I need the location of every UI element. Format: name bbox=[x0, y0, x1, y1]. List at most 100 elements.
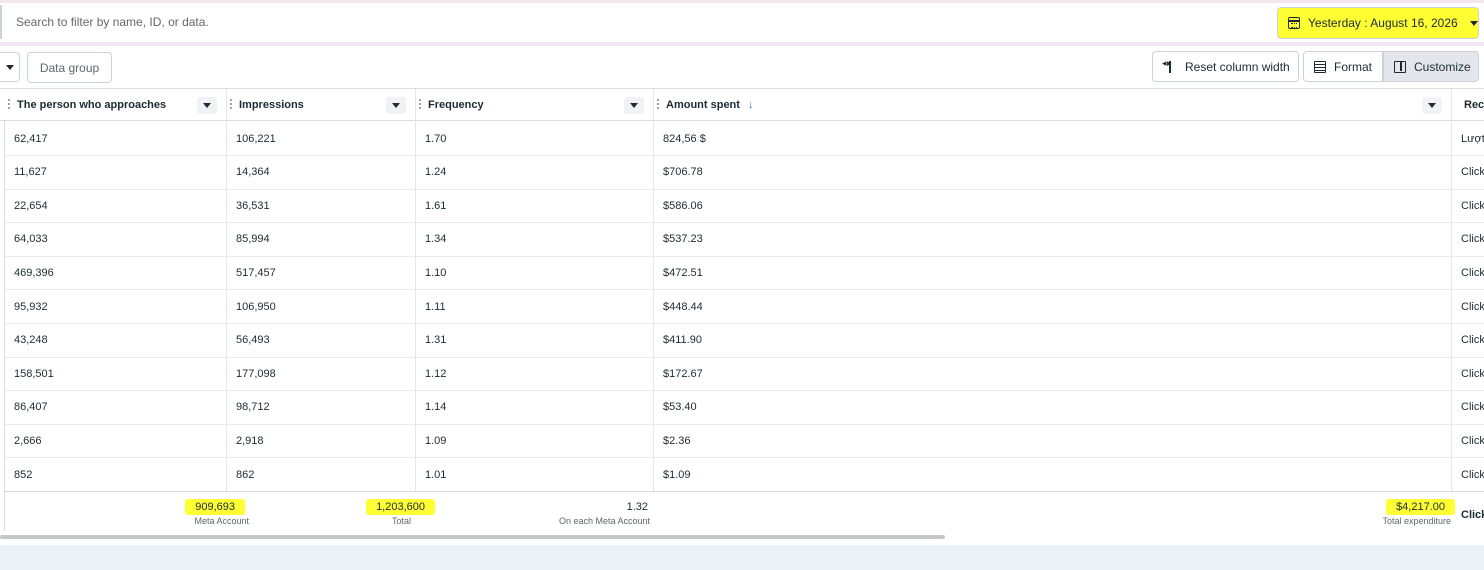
column-header-label: The person who approaches bbox=[17, 99, 167, 111]
cell-amount: $537.23 bbox=[663, 233, 703, 246]
column-menu-button[interactable] bbox=[624, 97, 644, 114]
cell-result: Click bbox=[1461, 367, 1484, 380]
drag-handle-icon[interactable] bbox=[8, 99, 10, 111]
cell-amount: $1.09 bbox=[663, 468, 691, 481]
chevron-down-icon bbox=[392, 103, 400, 108]
total-impressions: 1,203,600 Total bbox=[295, 497, 435, 526]
chevron-down-icon bbox=[1428, 103, 1436, 108]
table-row[interactable]: 86,407 98,712 1.14 $53.40 Click bbox=[5, 391, 1484, 425]
column-header-label: Rec bbox=[1464, 99, 1484, 111]
table-row[interactable]: 22,654 36,531 1.61 $586.06 Click bbox=[5, 189, 1484, 224]
calendar-icon bbox=[1288, 17, 1300, 29]
column-header-label: Amount spent bbox=[666, 99, 740, 111]
date-range-label: Yesterday : August 16, 2026 bbox=[1308, 16, 1458, 30]
chevron-down-icon bbox=[5, 64, 14, 70]
cell-reach: 62,417 bbox=[14, 132, 48, 145]
table-toolbar: Data group Reset column width Format Cus… bbox=[0, 46, 1484, 88]
page-bottom-band bbox=[0, 545, 1484, 570]
table-row[interactable]: 43,248 56,493 1.31 $411.90 Click bbox=[5, 324, 1484, 358]
sort-descending-icon[interactable]: ↓ bbox=[748, 99, 754, 111]
table-summary-row: 909,693 Meta Account 1,203,600 Total 1.3… bbox=[5, 491, 1484, 531]
cell-reach: 64,033 bbox=[14, 233, 48, 246]
table-row[interactable]: 469,396 517,457 1.10 $472.51 Click bbox=[5, 256, 1484, 291]
cell-reach: 95,932 bbox=[14, 300, 48, 313]
cell-frequency: 1.01 bbox=[425, 468, 447, 481]
cell-result: Click bbox=[1461, 199, 1484, 212]
total-label: Total bbox=[391, 516, 411, 526]
cell-amount: $2.36 bbox=[663, 434, 691, 447]
cell-reach: 86,407 bbox=[14, 401, 48, 414]
table-row[interactable]: 852 862 1.01 $1.09 Click bbox=[5, 458, 1484, 492]
data-table: The person who approaches Impressions Fr… bbox=[0, 88, 1484, 533]
table-row[interactable]: 2,666 2,918 1.09 $2.36 Click bbox=[5, 424, 1484, 459]
cell-amount: $472.51 bbox=[663, 266, 703, 279]
data-group-button[interactable]: Data group bbox=[27, 52, 112, 83]
table-row[interactable]: 64,033 85,994 1.34 $537.23 Click bbox=[5, 223, 1484, 257]
cell-result: Click bbox=[1461, 468, 1484, 481]
total-value: 909,693 bbox=[185, 499, 245, 515]
cell-frequency: 1.12 bbox=[425, 367, 447, 380]
cell-frequency: 1.31 bbox=[425, 334, 447, 347]
cell-reach: 11,627 bbox=[14, 166, 47, 179]
chevron-down-icon bbox=[203, 103, 211, 108]
column-header-reach[interactable]: The person who approaches bbox=[8, 89, 217, 121]
cell-reach: 22,654 bbox=[14, 199, 48, 212]
scrollbar-thumb[interactable] bbox=[0, 535, 945, 539]
total-label: Total expenditure bbox=[1382, 516, 1451, 526]
cell-impressions: 2,918 bbox=[236, 434, 264, 447]
cell-result: Click bbox=[1461, 434, 1484, 447]
cell-reach: 43,248 bbox=[14, 334, 48, 347]
cell-amount: $586.06 bbox=[663, 199, 703, 212]
table-format-icon bbox=[1314, 60, 1326, 73]
search-box bbox=[0, 5, 1270, 39]
customize-button[interactable]: Customize bbox=[1383, 51, 1479, 82]
cell-frequency: 1.10 bbox=[425, 266, 447, 279]
reset-column-width-button[interactable]: Reset column width bbox=[1152, 51, 1299, 82]
columns-icon bbox=[1394, 60, 1406, 73]
column-header-result[interactable]: Rec bbox=[1464, 89, 1484, 121]
cell-impressions: 862 bbox=[236, 468, 255, 481]
total-result: Click bbox=[1461, 505, 1484, 523]
column-menu-button[interactable] bbox=[1422, 97, 1442, 114]
cell-amount: $706.78 bbox=[663, 166, 703, 179]
cell-result: Click bbox=[1461, 266, 1484, 279]
date-range-picker[interactable]: Yesterday : August 16, 2026 bbox=[1277, 7, 1479, 39]
cell-result: Click bbox=[1461, 401, 1484, 414]
table-row[interactable]: 95,932 106,950 1.11 $448.44 Click bbox=[5, 290, 1484, 324]
total-amount-spent: $4,217.00 Total expenditure bbox=[1305, 497, 1455, 526]
table-row[interactable]: 158,501 177,098 1.12 $172.67 Click bbox=[5, 357, 1484, 392]
cell-impressions: 106,950 bbox=[236, 300, 276, 313]
table-row[interactable]: 62,417 106,221 1.70 824,56 $ Lượt bbox=[5, 122, 1484, 156]
column-header-frequency[interactable]: Frequency bbox=[419, 89, 648, 121]
column-header-label: Frequency bbox=[428, 99, 484, 111]
column-header-impressions[interactable]: Impressions bbox=[230, 89, 409, 121]
cell-frequency: 1.24 bbox=[425, 166, 447, 179]
cell-amount: 824,56 $ bbox=[663, 132, 706, 145]
total-label: On each Meta Account bbox=[558, 516, 650, 526]
cell-amount: $172.67 bbox=[663, 367, 703, 380]
format-button[interactable]: Format bbox=[1303, 51, 1383, 82]
cell-reach: 2,666 bbox=[14, 434, 42, 447]
reset-column-width-label: Reset column width bbox=[1185, 59, 1290, 74]
drag-handle-icon[interactable] bbox=[230, 99, 232, 111]
column-header-amount-spent[interactable]: Amount spent ↓ bbox=[657, 89, 1446, 121]
cell-frequency: 1.09 bbox=[425, 434, 447, 447]
format-label: Format bbox=[1334, 59, 1373, 74]
cell-impressions: 517,457 bbox=[236, 266, 276, 279]
drag-handle-icon[interactable] bbox=[657, 99, 659, 111]
column-menu-button[interactable] bbox=[386, 97, 406, 114]
view-dropdown[interactable] bbox=[0, 52, 20, 82]
table-row[interactable]: 11,627 14,364 1.24 $706.78 Click bbox=[5, 156, 1484, 190]
cell-reach: 852 bbox=[14, 468, 33, 481]
column-resize-icon bbox=[1162, 58, 1177, 73]
cell-impressions: 177,098 bbox=[236, 367, 276, 380]
horizontal-scrollbar[interactable] bbox=[0, 534, 1484, 540]
data-group-label: Data group bbox=[39, 60, 100, 75]
drag-handle-icon[interactable] bbox=[419, 99, 421, 111]
search-input[interactable] bbox=[16, 12, 1016, 32]
cell-impressions: 106,221 bbox=[236, 132, 276, 145]
cell-result: Click bbox=[1461, 334, 1484, 347]
total-value: 1.32 bbox=[626, 501, 648, 513]
column-menu-button[interactable] bbox=[197, 97, 217, 114]
cell-result: Lượt bbox=[1461, 132, 1484, 145]
